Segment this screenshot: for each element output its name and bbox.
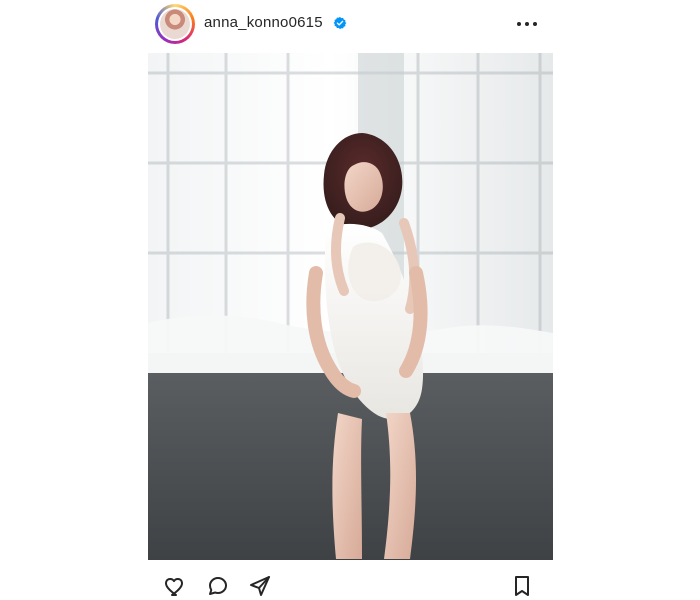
share-button[interactable]: [246, 572, 274, 600]
bookmark-icon: [515, 576, 529, 596]
comment-icon: [209, 577, 227, 595]
profile-avatar[interactable]: [155, 4, 195, 44]
username[interactable]: anna_konno0615: [204, 14, 323, 31]
avatar-inner: [158, 7, 192, 41]
post-actions: [148, 564, 553, 600]
heart-icon: [165, 578, 183, 596]
comment-button[interactable]: [204, 572, 232, 600]
like-button[interactable]: [162, 572, 190, 600]
more-options-button[interactable]: [513, 10, 541, 38]
verified-badge-icon: [333, 16, 347, 30]
post-header: anna_konno0615: [148, 0, 553, 48]
send-icon: [250, 576, 270, 596]
instagram-post: anna_konno0615: [148, 0, 553, 600]
avatar-image: [160, 9, 190, 39]
save-button[interactable]: [508, 572, 536, 600]
photo-illustration: [148, 53, 553, 560]
more-horizontal-icon: [517, 22, 537, 26]
post-photo[interactable]: [148, 53, 553, 560]
